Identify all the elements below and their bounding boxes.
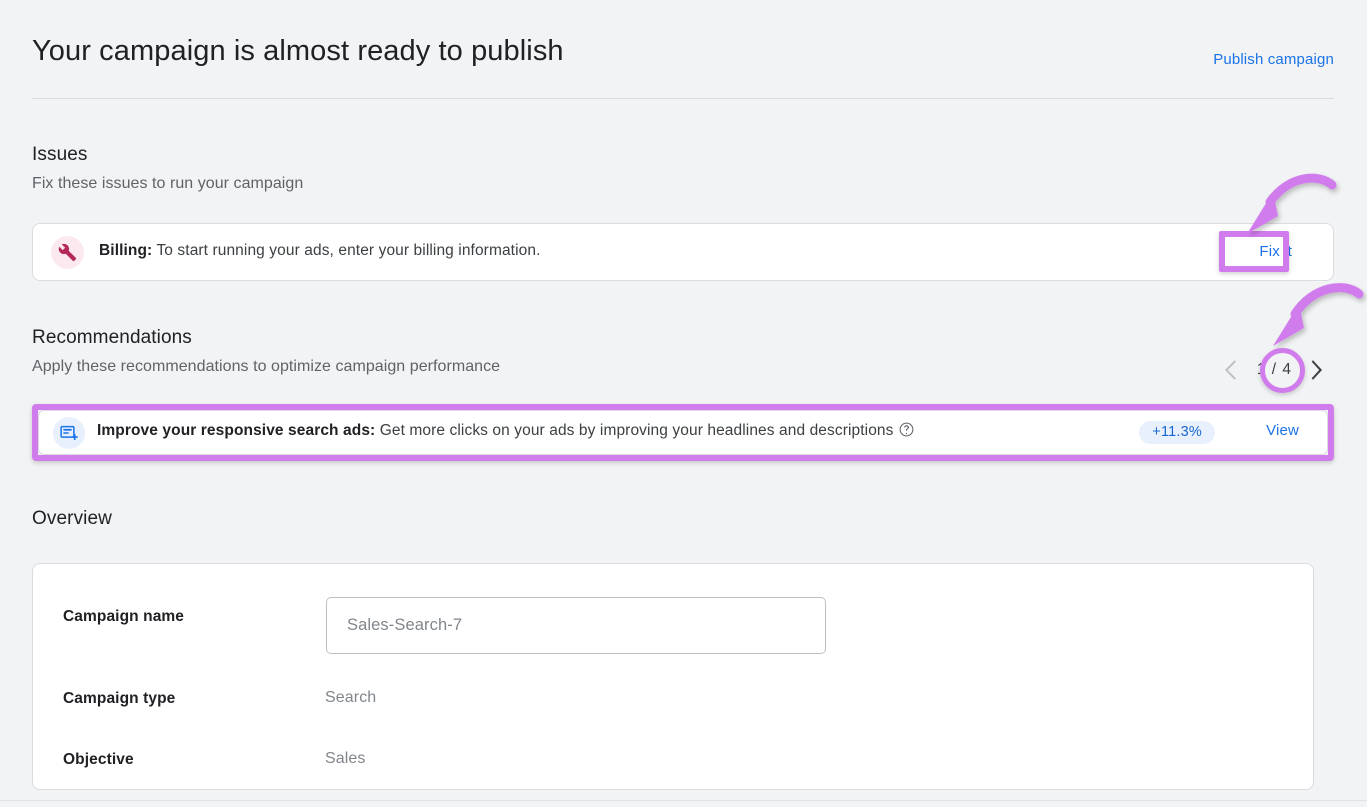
objective-label: Objective: [63, 751, 134, 769]
recommendation-description: Get more clicks on your ads by improving…: [375, 422, 893, 439]
recommendation-message: Improve your responsive search ads: Get …: [97, 422, 914, 442]
annotation-arrow-fix-it: [1228, 172, 1338, 242]
page-header: Your campaign is almost ready to publish…: [0, 0, 1367, 99]
publish-campaign-button[interactable]: Publish campaign: [1213, 51, 1334, 68]
campaign-type-value: Search: [325, 689, 376, 707]
fix-it-button[interactable]: Fix it: [1251, 240, 1300, 263]
chevron-right-icon: [1311, 360, 1324, 380]
issue-description: To start running your ads, enter your bi…: [152, 242, 540, 259]
objective-value: Sales: [325, 750, 366, 768]
recommendation-page-count: 1 / 4: [1249, 361, 1300, 379]
campaign-name-label: Campaign name: [63, 608, 184, 626]
help-circle-icon[interactable]: [899, 422, 914, 442]
responsive-search-ad-icon: [53, 417, 85, 449]
recommendations-pager: 1 / 4: [1215, 353, 1334, 387]
page-bottom-divider: [0, 800, 1367, 801]
recommendation-label: Improve your responsive search ads:: [97, 422, 375, 439]
campaign-type-label: Campaign type: [63, 690, 175, 708]
page-title: Your campaign is almost ready to publish: [32, 35, 564, 68]
next-recommendation-button[interactable]: [1300, 353, 1334, 387]
view-recommendation-button[interactable]: View: [1266, 422, 1299, 439]
annotation-arrow-next-button: [1255, 282, 1365, 357]
recommendations-section-subtitle: Apply these recommendations to optimize …: [32, 358, 500, 376]
campaign-name-input[interactable]: [326, 597, 826, 654]
recommendation-card[interactable]: Improve your responsive search ads: Get …: [38, 410, 1328, 455]
overview-row-campaign-name: Campaign name: [33, 597, 1313, 637]
overview-section-title: Overview: [32, 508, 112, 530]
overview-row-objective: Objective Sales: [33, 747, 1313, 787]
issue-card: Billing: To start running your ads, ente…: [32, 223, 1334, 281]
chevron-left-icon: [1225, 360, 1238, 380]
issue-label: Billing:: [99, 242, 152, 259]
prev-recommendation-button[interactable]: [1215, 353, 1249, 387]
recommendations-section-title: Recommendations: [32, 327, 192, 349]
recommendation-impact-badge: +11.3%: [1139, 421, 1215, 444]
issues-section-title: Issues: [32, 144, 88, 166]
issues-section-subtitle: Fix these issues to run your campaign: [32, 175, 303, 193]
overview-card: Campaign name Campaign type Search Objec…: [32, 563, 1314, 790]
overview-row-campaign-type: Campaign type Search: [33, 686, 1313, 726]
header-divider: [32, 98, 1334, 99]
issue-message: Billing: To start running your ads, ente…: [99, 242, 540, 260]
wrench-icon: [51, 236, 84, 269]
campaign-review-page: Your campaign is almost ready to publish…: [0, 0, 1367, 807]
